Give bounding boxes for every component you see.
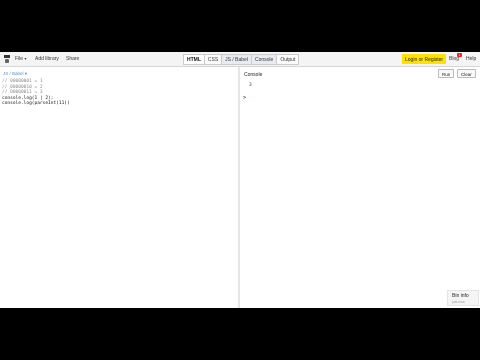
console-prompt[interactable]: > xyxy=(243,95,246,101)
chevron-down-icon: ▾ xyxy=(24,56,27,61)
bin-info-timestamp: just now xyxy=(452,300,465,304)
console-output-line: 3 xyxy=(249,83,252,88)
code-line: console.log(parseInt(11)) xyxy=(2,101,70,107)
js-editor-panel[interactable]: JS / Babel ▾ // 00000001 = 1 // 00000010… xyxy=(0,67,238,308)
tab-html[interactable]: HTML xyxy=(184,55,205,64)
share-button[interactable]: Share xyxy=(66,56,79,62)
run-button[interactable]: Run xyxy=(438,69,455,78)
console-output: 3 xyxy=(249,83,252,89)
panel-toggle-group: HTML CSS JS / Babel Console Output xyxy=(183,54,300,65)
editor-language-dropdown[interactable]: JS / Babel ▾ xyxy=(3,71,27,77)
tab-js[interactable]: JS / Babel xyxy=(222,55,252,64)
jsbin-logo-icon[interactable] xyxy=(4,55,10,63)
clear-button[interactable]: Clear xyxy=(457,69,476,78)
tab-css[interactable]: CSS xyxy=(205,55,223,64)
console-panel: Console Run Clear 3 > Bin info just now xyxy=(240,67,480,308)
help-link[interactable]: Help xyxy=(466,56,476,62)
console-title: Console xyxy=(244,72,263,78)
notification-badge: 1 xyxy=(457,53,462,57)
file-menu-label: File xyxy=(15,56,24,62)
tab-output[interactable]: Output xyxy=(277,55,298,64)
bin-info-box[interactable]: Bin info just now xyxy=(447,290,479,306)
toolbar: File ▾ Add library Share HTML CSS JS / B… xyxy=(0,52,480,67)
jsbin-app: File ▾ Add library Share HTML CSS JS / B… xyxy=(0,52,480,308)
add-library-button[interactable]: Add library xyxy=(35,56,59,62)
bin-info-title: Bin info xyxy=(452,293,469,299)
file-menu[interactable]: File ▾ xyxy=(15,56,26,62)
code-area[interactable]: // 00000001 = 1 // 00000010 = 2 // 00000… xyxy=(2,79,70,107)
tab-console[interactable]: Console xyxy=(251,55,278,64)
login-register-button[interactable]: Login or Register xyxy=(402,54,447,64)
